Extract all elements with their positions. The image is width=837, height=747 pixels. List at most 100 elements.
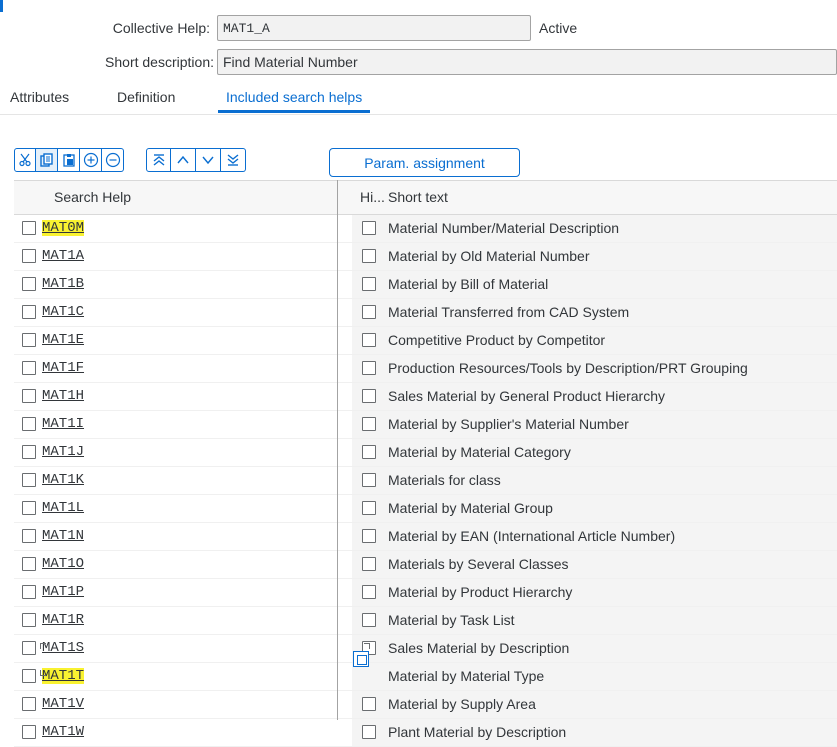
table-row[interactable]: MAT1L Material by Material Group — [14, 495, 837, 523]
table-row[interactable]: MAT1H Sales Material by General Product H… — [14, 383, 837, 411]
row-select-checkbox[interactable] — [22, 501, 36, 515]
row-select-checkbox[interactable] — [22, 613, 36, 627]
search-help-link[interactable]: MAT1R — [42, 612, 84, 628]
copy-button[interactable] — [36, 148, 58, 172]
search-help-link[interactable]: MAT1K — [42, 472, 84, 488]
tab-definition[interactable]: Definition — [117, 86, 175, 113]
short-text: Material by Material Category — [388, 444, 571, 460]
table-row[interactable]: MAT1P Material by Product Hierarchy — [14, 579, 837, 607]
search-help-link[interactable]: MAT1O — [42, 556, 84, 572]
search-help-link[interactable]: MAT0M — [42, 220, 85, 236]
search-help-link[interactable]: MAT1J — [42, 444, 84, 460]
row-select-checkbox[interactable] — [22, 557, 36, 571]
param-assignment-button[interactable]: Param. assignment — [329, 148, 520, 177]
row-select-checkbox[interactable] — [22, 585, 36, 599]
row-select-checkbox[interactable] — [22, 277, 36, 291]
hidden-checkbox[interactable] — [362, 333, 376, 347]
row-select-checkbox[interactable] — [22, 697, 36, 711]
hidden-checkbox[interactable] — [362, 473, 376, 487]
cut-button[interactable] — [14, 148, 36, 172]
insert-row-button[interactable] — [80, 148, 102, 172]
search-help-link[interactable]: MAT1E — [42, 332, 84, 348]
table-row[interactable]: MAT1V Material by Supply Area — [14, 691, 837, 719]
row-select-checkbox[interactable] — [22, 249, 36, 263]
hidden-checkbox[interactable] — [362, 725, 376, 739]
short-text: Material by Product Hierarchy — [388, 584, 573, 600]
focused-checkbox-icon[interactable] — [353, 651, 369, 667]
table-row[interactable]: MAT1W Plant Material by Description — [14, 719, 837, 747]
search-help-link[interactable]: MAT1B — [42, 276, 84, 292]
insert-row-icon — [83, 152, 98, 168]
hidden-checkbox[interactable] — [362, 221, 376, 235]
search-help-link[interactable]: MAT1F — [42, 360, 84, 376]
row-select-checkbox[interactable] — [22, 445, 36, 459]
paste-button[interactable] — [58, 148, 80, 172]
table-row[interactable]: MAT1J Material by Material Category — [14, 439, 837, 467]
short-text: Production Resources/Tools by Descriptio… — [388, 360, 748, 376]
tab-attributes[interactable]: Attributes — [10, 86, 69, 113]
table-row[interactable]: MAT0M Material Number/Material Descriptio… — [14, 215, 837, 243]
hidden-checkbox[interactable] — [362, 305, 376, 319]
table-row[interactable]: MAT1K Materials for class — [14, 467, 837, 495]
row-select-checkbox[interactable] — [22, 725, 36, 739]
status-text: Active — [539, 20, 578, 36]
hidden-checkbox[interactable] — [362, 249, 376, 263]
hidden-checkbox[interactable] — [362, 501, 376, 515]
next-button[interactable] — [196, 148, 221, 172]
short-text: Sales Material by Description — [388, 640, 570, 656]
search-help-link[interactable]: MAT1L — [42, 500, 84, 516]
row-select-checkbox[interactable] — [22, 417, 36, 431]
col-search-help-header[interactable]: Search Help — [54, 181, 131, 214]
hidden-checkbox[interactable] — [362, 445, 376, 459]
table-row[interactable]: MAT1R Material by Task List — [14, 607, 837, 635]
search-help-link[interactable]: MAT1P — [42, 584, 84, 600]
row-select-checkbox[interactable] — [22, 529, 36, 543]
col-hidden-header[interactable]: Hi... — [360, 181, 385, 214]
hidden-checkbox[interactable] — [362, 585, 376, 599]
search-help-link[interactable]: MAT1V — [42, 696, 84, 712]
hidden-checkbox[interactable] — [362, 389, 376, 403]
short-text: Material by Material Type — [388, 668, 545, 684]
hidden-checkbox[interactable] — [362, 697, 376, 711]
hidden-checkbox[interactable] — [362, 613, 376, 627]
search-help-link[interactable]: MAT1W — [42, 724, 84, 740]
row-select-checkbox[interactable] — [22, 305, 36, 319]
first-page-button[interactable] — [146, 148, 171, 172]
row-select-checkbox[interactable] — [22, 473, 36, 487]
last-page-button[interactable] — [221, 148, 246, 172]
row-select-checkbox[interactable] — [22, 361, 36, 375]
hidden-checkbox[interactable] — [362, 361, 376, 375]
hidden-checkbox[interactable] — [362, 417, 376, 431]
table-row[interactable]: MAT1N Material by EAN (International Arti… — [14, 523, 837, 551]
hidden-checkbox[interactable] — [362, 557, 376, 571]
row-select-checkbox[interactable] — [22, 389, 36, 403]
table-row[interactable]: MAT1C Material Transferred from CAD Syste… — [14, 299, 837, 327]
tab-included-search-helps[interactable]: Included search helps — [218, 86, 371, 113]
search-help-link[interactable]: MAT1C — [42, 304, 84, 320]
collective-help-field[interactable]: MAT1_A — [217, 15, 531, 41]
table-row[interactable]: MAT1O Materials by Several Classes — [14, 551, 837, 579]
table-row[interactable]: MAT1A Material by Old Material Number — [14, 243, 837, 271]
search-help-link[interactable]: MAT1I — [42, 416, 84, 432]
row-select-checkbox[interactable] — [22, 221, 36, 235]
short-description-field[interactable]: Find Material Number — [217, 49, 837, 75]
search-help-link[interactable]: MAT1A — [42, 248, 84, 264]
next-icon — [202, 156, 214, 165]
paste-icon — [62, 154, 75, 167]
col-short-text-header[interactable]: Short text — [388, 181, 448, 214]
table-row[interactable]: MAT1I Material by Supplier's Material Num… — [14, 411, 837, 439]
table-row[interactable]: MAT1E Competitive Product by Competitor — [14, 327, 837, 355]
table-row[interactable]: MAT1F Production Resources/Tools by Descr… — [14, 355, 837, 383]
row-select-checkbox[interactable] — [22, 669, 36, 683]
hidden-checkbox[interactable] — [362, 277, 376, 291]
tab-definition-label: Definition — [117, 89, 176, 105]
row-select-checkbox[interactable] — [22, 641, 36, 655]
delete-row-button[interactable] — [102, 148, 124, 172]
table-row[interactable]: MAT1B Material by Bill of Material — [14, 271, 837, 299]
short-text: Material by Supplier's Material Number — [388, 416, 629, 432]
search-help-link[interactable]: MAT1N — [42, 528, 84, 544]
row-select-checkbox[interactable] — [22, 333, 36, 347]
previous-button[interactable] — [171, 148, 196, 172]
hidden-checkbox[interactable] — [362, 529, 376, 543]
search-help-link[interactable]: MAT1H — [42, 388, 84, 404]
